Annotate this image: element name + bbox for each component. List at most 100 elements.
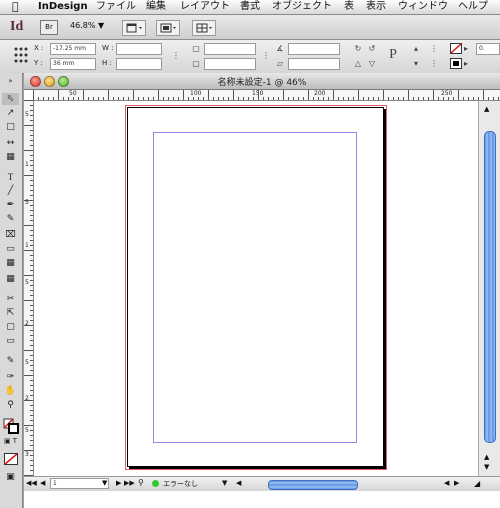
apple-menu-icon[interactable]: 	[12, 0, 19, 14]
flip-horizontal-icon[interactable]: △	[352, 58, 364, 69]
constrain-proportions-icon[interactable]: ⋮	[170, 50, 182, 61]
line-tool-icon[interactable]: ╱	[2, 185, 19, 197]
menu-window[interactable]: ウィンドウ	[398, 0, 448, 14]
selection-tool-icon[interactable]: ⬁	[2, 93, 19, 105]
scroll-down-arrow-icon[interactable]: ▼	[484, 463, 489, 471]
constrain-scale-icon[interactable]: ⋮	[260, 50, 272, 61]
rotate-clockwise-icon[interactable]: ↻	[352, 43, 364, 54]
menu-object[interactable]: オブジェクト	[272, 0, 332, 14]
screen-mode-button[interactable]	[156, 20, 180, 36]
menu-edit[interactable]: 編集	[146, 0, 166, 14]
direct-selection-tool-icon[interactable]: ↗	[2, 107, 19, 119]
menu-help[interactable]: ヘルプ	[458, 0, 488, 14]
pasteboard[interactable]	[34, 101, 478, 476]
vertical-scroll-thumb[interactable]	[484, 131, 496, 443]
pencil-tool-icon[interactable]: ✎	[2, 213, 19, 225]
content-collector-icon[interactable]: ▦	[2, 151, 19, 163]
vertical-ruler[interactable]: 5 1 5 1 5 2 5 2 5 3	[24, 100, 34, 476]
bridge-button[interactable]: Br	[40, 20, 58, 35]
scale-x-field[interactable]	[204, 43, 256, 55]
arrange-documents-button[interactable]	[192, 20, 216, 36]
h-label: H :	[102, 59, 112, 67]
select-container-icon[interactable]: ▴	[410, 43, 422, 54]
menu-view[interactable]: 表示	[366, 0, 386, 14]
ruler-tick	[30, 270, 33, 271]
page-tool-icon[interactable]: □	[2, 121, 19, 133]
gap-tool-icon[interactable]: ↔	[2, 137, 19, 149]
stroke-swatch-dropdown-icon[interactable]: ▸	[462, 58, 470, 69]
stroke-swatch-icon[interactable]	[450, 58, 462, 69]
y-position-field[interactable]: 36 mm	[50, 58, 96, 70]
stroke-weight-field[interactable]: 0.	[476, 43, 500, 55]
ruler-tick	[263, 97, 264, 100]
scroll-left-end-arrow-icon[interactable]: ◀	[444, 479, 449, 487]
menu-layout[interactable]: レイアウト	[180, 0, 230, 14]
resize-grip-icon[interactable]: ◢	[474, 479, 480, 488]
formatting-affects-container-icon[interactable]: ▣ T	[2, 435, 19, 447]
scroll-up-arrow-icon[interactable]: ▲	[484, 105, 489, 113]
page-dropdown-icon[interactable]: ▼	[102, 479, 107, 487]
eyedropper-tool-icon[interactable]: ✑	[2, 371, 19, 383]
scroll-left-arrow-icon[interactable]: ◀	[236, 479, 241, 487]
flip-vertical-icon[interactable]: ▽	[366, 58, 378, 69]
height-field[interactable]	[116, 58, 162, 70]
rotate-angle-field[interactable]	[288, 43, 340, 55]
scissors-tool-icon[interactable]: ✂	[2, 293, 19, 305]
direction-p-icon[interactable]: P	[384, 45, 402, 65]
horizontal-ruler[interactable]: 50 100 150 200 250	[33, 90, 500, 101]
select-next-icon[interactable]: ⋮	[428, 58, 440, 69]
menu-app-name[interactable]: InDesign	[38, 0, 88, 14]
scroll-right-arrow-icon[interactable]: ▶	[454, 479, 459, 487]
vertical-scrollbar[interactable]: ▲ ▲ ▼	[478, 101, 500, 476]
menu-file[interactable]: ファイル	[96, 0, 136, 14]
rectangle-frame-tool-icon[interactable]: ⌧	[2, 229, 19, 241]
view-options-button[interactable]	[122, 20, 146, 36]
shear-angle-field[interactable]	[288, 58, 340, 70]
note-tool-icon[interactable]: ✎	[2, 355, 19, 367]
page-number-field[interactable]: 1	[50, 478, 109, 489]
screen-mode-tool-icon[interactable]: ▣	[2, 471, 19, 483]
fill-none-swatch-icon[interactable]	[450, 43, 462, 54]
horizontal-scroll-thumb[interactable]	[268, 480, 358, 490]
ruler-tick	[30, 445, 33, 446]
menu-type[interactable]: 書式	[240, 0, 260, 14]
last-page-icon[interactable]: ▶▶	[124, 479, 135, 487]
fill-stroke-swatch-icon[interactable]	[3, 418, 19, 434]
panel-collapse-icon[interactable]: »	[2, 75, 19, 87]
ruler-tick	[488, 97, 489, 100]
ruler-tick	[30, 145, 33, 146]
zoom-level[interactable]: 46.8% ▼	[70, 21, 104, 30]
reference-point-icon[interactable]	[14, 46, 28, 66]
hand-tool-icon[interactable]: ✋	[2, 385, 19, 397]
width-field[interactable]	[116, 43, 162, 55]
table-tool-icon[interactable]: ▦	[2, 257, 19, 269]
scroll-up-bottom-arrow-icon[interactable]: ▲	[484, 453, 489, 461]
ruler-tick	[30, 365, 33, 366]
select-previous-icon[interactable]: ⋮	[428, 43, 440, 54]
free-transform-tool-icon[interactable]: ⇱	[2, 307, 19, 319]
gradient-swatch-tool-icon[interactable]: ▢	[2, 321, 19, 333]
pen-tool-icon[interactable]: ✒	[2, 199, 19, 211]
first-page-icon[interactable]: ◀◀	[26, 479, 37, 487]
previous-page-icon[interactable]: ◀	[40, 479, 45, 487]
select-content-icon[interactable]: ▾	[410, 58, 422, 69]
scale-y-field[interactable]	[204, 58, 256, 70]
x-position-field[interactable]: -17.25 mm	[50, 43, 96, 55]
grid-tool-icon[interactable]: ▦	[2, 273, 19, 285]
type-tool-icon[interactable]: T	[2, 171, 19, 183]
ruler-tick	[30, 105, 33, 106]
preflight-menu-icon[interactable]: ▼	[222, 479, 227, 487]
fill-swatch-dropdown-icon[interactable]: ▸	[462, 43, 470, 54]
menu-table[interactable]: 表	[344, 0, 354, 14]
rotate-counterclockwise-icon[interactable]: ↺	[366, 43, 378, 54]
application-bar: Id Br 46.8% ▼	[0, 15, 500, 40]
rectangle-tool-icon[interactable]: ▭	[2, 243, 19, 255]
zoom-tool-icon[interactable]: ⚲	[2, 399, 19, 411]
ruler-tick	[30, 330, 33, 331]
next-page-icon[interactable]: ▶	[116, 479, 121, 487]
ruler-tick	[30, 240, 33, 241]
apply-none-icon[interactable]	[4, 453, 18, 465]
preflight-icon[interactable]: ⚲	[138, 478, 144, 487]
ruler-tick	[30, 345, 33, 346]
gradient-feather-tool-icon[interactable]: ▭	[2, 335, 19, 347]
